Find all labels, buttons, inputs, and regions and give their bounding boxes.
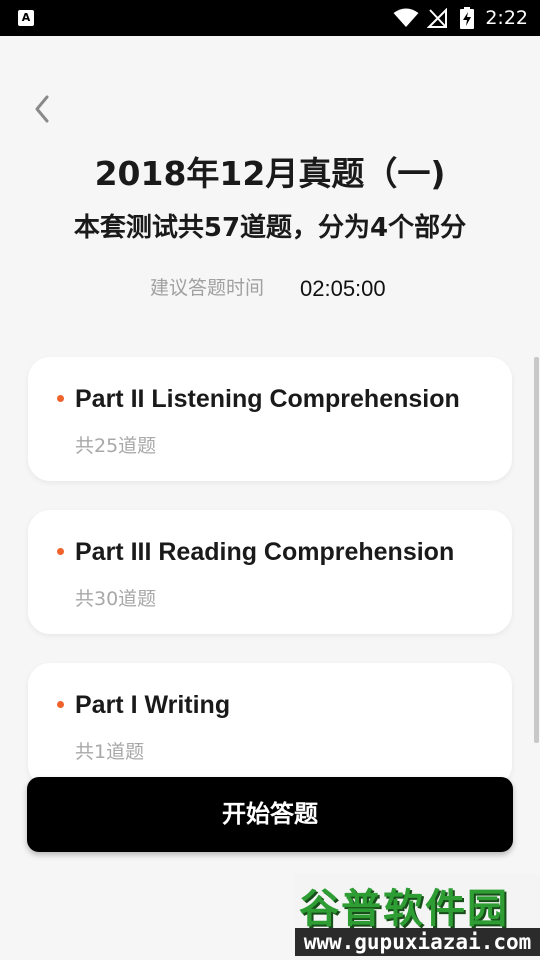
part-card-writing[interactable]: Part I Writing 共1道题 — [28, 663, 512, 787]
part-card-listening[interactable]: Part II Listening Comprehension 共25道题 — [28, 357, 512, 481]
app-notification-icon: A — [18, 10, 34, 26]
watermark-url: www.gupuxiazai.com — [295, 928, 540, 956]
bullet-dot — [57, 395, 64, 402]
wifi-icon — [393, 8, 419, 27]
chevron-left-icon — [35, 95, 49, 123]
bullet-dot — [57, 548, 64, 555]
status-bar: A 2:22 — [0, 0, 540, 36]
part-name: Part I Writing — [75, 691, 231, 719]
part-question-count: 共25道题 — [75, 435, 157, 457]
suggested-time-value: 02:05:00 — [300, 276, 386, 301]
suggested-time-label: 建议答题时间 — [150, 277, 265, 299]
watermark-brand: 谷普软件园 — [299, 886, 509, 932]
back-button[interactable] — [26, 92, 58, 126]
part-name: Part II Listening Comprehension — [75, 385, 460, 413]
bullet-dot — [57, 701, 64, 708]
part-card-reading[interactable]: Part III Reading Comprehension 共30道题 — [28, 510, 512, 634]
part-question-count: 共30道题 — [75, 588, 157, 610]
status-time: 2:22 — [485, 7, 528, 29]
page-title: 2018年12月真题（一) — [94, 154, 446, 193]
no-signal-icon — [427, 8, 447, 28]
watermark-logo: 谷普软件园 www.gupuxiazai.com — [295, 874, 540, 960]
scrollbar[interactable] — [534, 357, 539, 743]
part-question-count: 共1道题 — [75, 741, 145, 763]
start-answering-button[interactable]: 开始答题 — [27, 777, 513, 852]
part-name: Part III Reading Comprehension — [75, 538, 455, 566]
battery-charging-icon — [460, 7, 474, 29]
test-summary: 本套测试共57道题，分为4个部分 — [73, 213, 467, 243]
